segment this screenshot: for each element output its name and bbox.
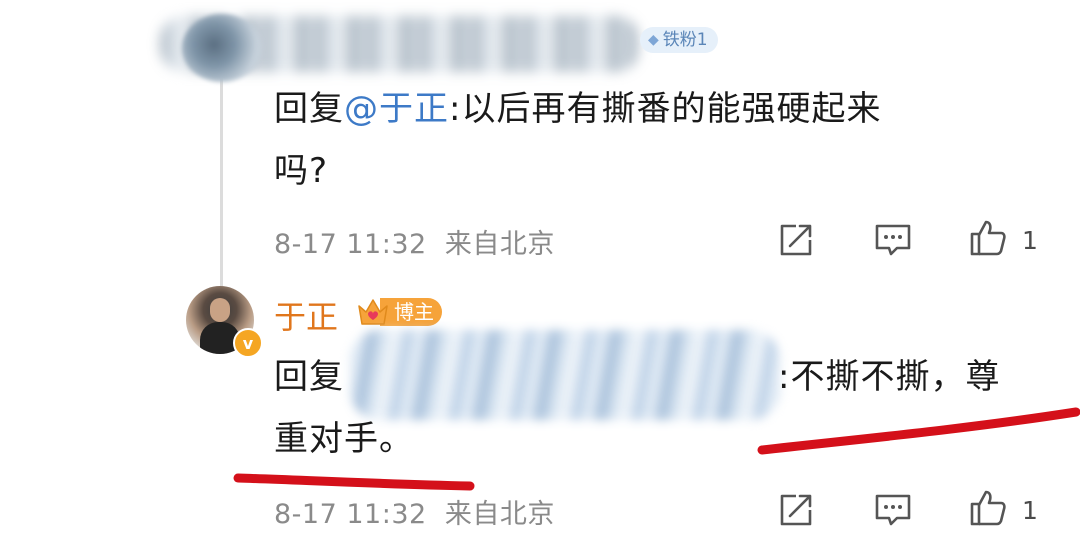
fan-badge: ◆ 铁粉1: [640, 27, 718, 53]
comment1-date: 8-17 11:32: [274, 229, 427, 260]
comment1-text-line1: 回复@于正:以后再有撕番的能强硬起来: [274, 78, 881, 140]
comment2-meta: 8-17 11:32 来自北京: [274, 492, 555, 531]
comment2-location: 来自北京: [444, 499, 555, 530]
mention-link[interactable]: @于正: [344, 89, 449, 129]
author-name[interactable]: 于正: [274, 292, 338, 338]
fan-badge-label: 铁粉1: [662, 30, 708, 50]
comment-icon[interactable]: [873, 220, 913, 260]
comment2-like-count: 1: [1022, 496, 1038, 525]
comment-icon[interactable]: [873, 490, 913, 530]
comment1-location: 来自北京: [444, 229, 555, 260]
comment1-like-count: 1: [1022, 226, 1038, 255]
like-icon[interactable]: [968, 218, 1008, 258]
avatar-face: [210, 298, 230, 322]
comment1-text-line2: 吗?: [274, 151, 329, 191]
comment2-text-line1: :不撕不撕，尊: [778, 357, 1001, 397]
verified-v-icon: v: [233, 328, 263, 358]
redacted-reply-target: [350, 330, 780, 420]
reply-prefix: 回复: [274, 89, 344, 129]
fan-gem-icon: ◆: [648, 32, 659, 48]
like-icon[interactable]: [968, 488, 1008, 528]
comment1-meta: 8-17 11:32 来自北京: [274, 222, 555, 261]
comment2-text-line2: 重对手。: [274, 419, 414, 459]
avatar-redacted[interactable]: [182, 14, 262, 82]
share-icon[interactable]: [776, 220, 816, 260]
share-icon[interactable]: [776, 490, 816, 530]
comment2-prefix: 回复: [274, 357, 344, 397]
crown-icon: [356, 296, 390, 328]
blogger-badge: 博主: [356, 296, 442, 328]
comment1-body: :以后再有撕番的能强硬起来: [449, 89, 882, 129]
comment2-date: 8-17 11:32: [274, 499, 427, 530]
